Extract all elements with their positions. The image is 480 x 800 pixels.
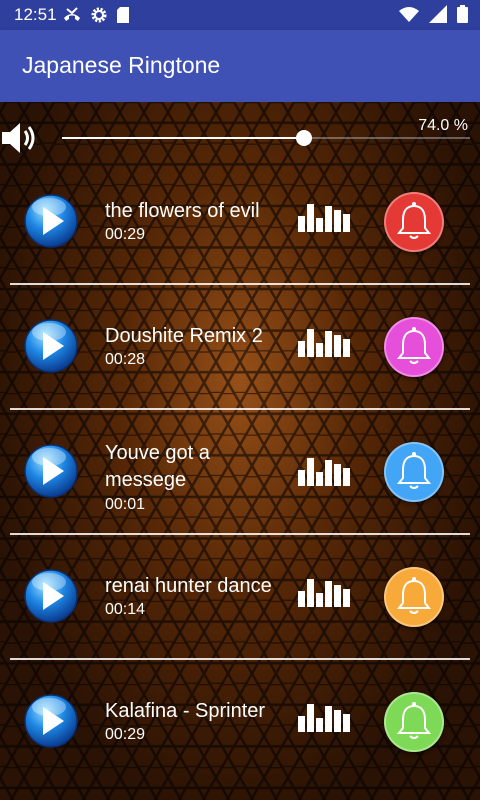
- bell-icon: [396, 327, 432, 364]
- play-button[interactable]: [24, 568, 78, 624]
- ringtone-duration: 00:29: [105, 226, 146, 243]
- status-time: 12:51: [14, 5, 57, 24]
- equalizer-icon: [298, 579, 350, 607]
- ringtone-duration: 00:28: [105, 351, 146, 368]
- equalizer-icon: [298, 329, 350, 357]
- app-title: Japanese Ringtone: [22, 52, 221, 78]
- set-ringtone-bell-button[interactable]: [384, 317, 444, 377]
- volume-slider[interactable]: [62, 130, 470, 146]
- ringtone-row[interactable]: renai hunter dance 00:14: [0, 563, 480, 688]
- ringtone-duration: 00:29: [105, 726, 146, 743]
- volume-percent: 74.0 %: [418, 117, 468, 134]
- ringtone-duration: 00:01: [105, 496, 146, 513]
- ringtone-title: Doushite Remix 2: [105, 325, 263, 347]
- row-divider: [10, 283, 470, 285]
- row-divider: [10, 658, 470, 660]
- ringtone-title: Youve got a messege: [105, 442, 210, 491]
- set-ringtone-bell-button[interactable]: [384, 442, 444, 502]
- signal-icon: [429, 5, 447, 23]
- equalizer-icon: [298, 704, 350, 732]
- ringtone-row[interactable]: Kalafina - Sprinter 00:29: [0, 688, 480, 800]
- bell-icon: [396, 577, 432, 614]
- play-button[interactable]: [24, 193, 78, 249]
- volume-slider-fill: [62, 137, 304, 139]
- ringtone-title: renai hunter dance: [105, 575, 272, 597]
- speaker-volume-icon[interactable]: [0, 118, 40, 158]
- set-ringtone-bell-button[interactable]: [384, 567, 444, 627]
- set-ringtone-bell-button[interactable]: [384, 692, 444, 752]
- row-divider: [10, 408, 470, 410]
- equalizer-icon: [298, 458, 350, 486]
- bell-icon: [396, 202, 432, 239]
- ringtone-list-screen: 74.0 % the flowers of evil 00:29 Doushit…: [0, 102, 480, 800]
- play-button[interactable]: [24, 318, 78, 374]
- ringtone-duration: 00:14: [105, 601, 146, 618]
- ringtone-title: Kalafina - Sprinter: [105, 700, 266, 722]
- bell-icon: [396, 702, 432, 739]
- play-button[interactable]: [24, 443, 78, 499]
- app-bar: Japanese Ringtone: [0, 30, 480, 102]
- play-button[interactable]: [24, 693, 78, 749]
- ringtone-row[interactable]: Doushite Remix 2 00:28: [0, 313, 480, 438]
- set-ringtone-bell-button[interactable]: [384, 192, 444, 252]
- ringtone-row[interactable]: Youve got a messege 00:01: [0, 438, 480, 563]
- sd-card-icon: [117, 7, 129, 23]
- wifi-icon: [399, 7, 419, 22]
- volume-slider-thumb[interactable]: [296, 130, 312, 146]
- battery-icon: [457, 5, 468, 23]
- volume-row: 74.0 %: [0, 102, 480, 172]
- missed-call-icon: [64, 7, 80, 21]
- ringtone-title: the flowers of evil: [105, 200, 260, 222]
- bell-icon: [396, 452, 432, 489]
- row-divider: [10, 533, 470, 535]
- equalizer-icon: [298, 204, 350, 232]
- status-bar: 12:51: [0, 0, 480, 30]
- settings-gear-icon: [91, 7, 107, 23]
- ringtone-row[interactable]: the flowers of evil 00:29: [0, 188, 480, 313]
